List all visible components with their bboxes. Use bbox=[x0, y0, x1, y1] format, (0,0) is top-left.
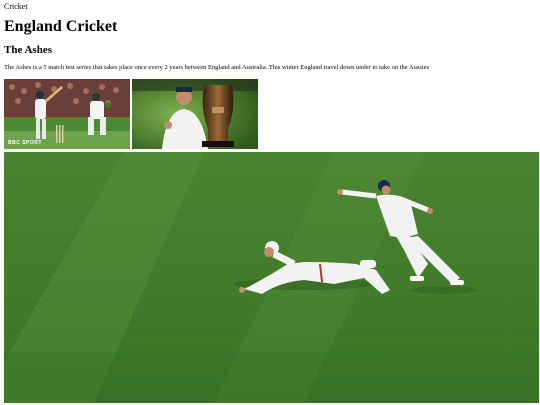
tab-title: Cricket bbox=[4, 2, 28, 11]
bbc-sport-watermark: BBC SPORT bbox=[8, 140, 42, 146]
batsman-photo: BBC SPORT bbox=[4, 79, 130, 149]
page-title: England Cricket bbox=[4, 18, 118, 35]
urn-photo bbox=[132, 79, 258, 149]
section-heading: The Ashes bbox=[4, 44, 52, 56]
intro-paragraph: The Ashes is a 5 match test series that … bbox=[4, 64, 430, 71]
catch-photo bbox=[4, 152, 539, 403]
